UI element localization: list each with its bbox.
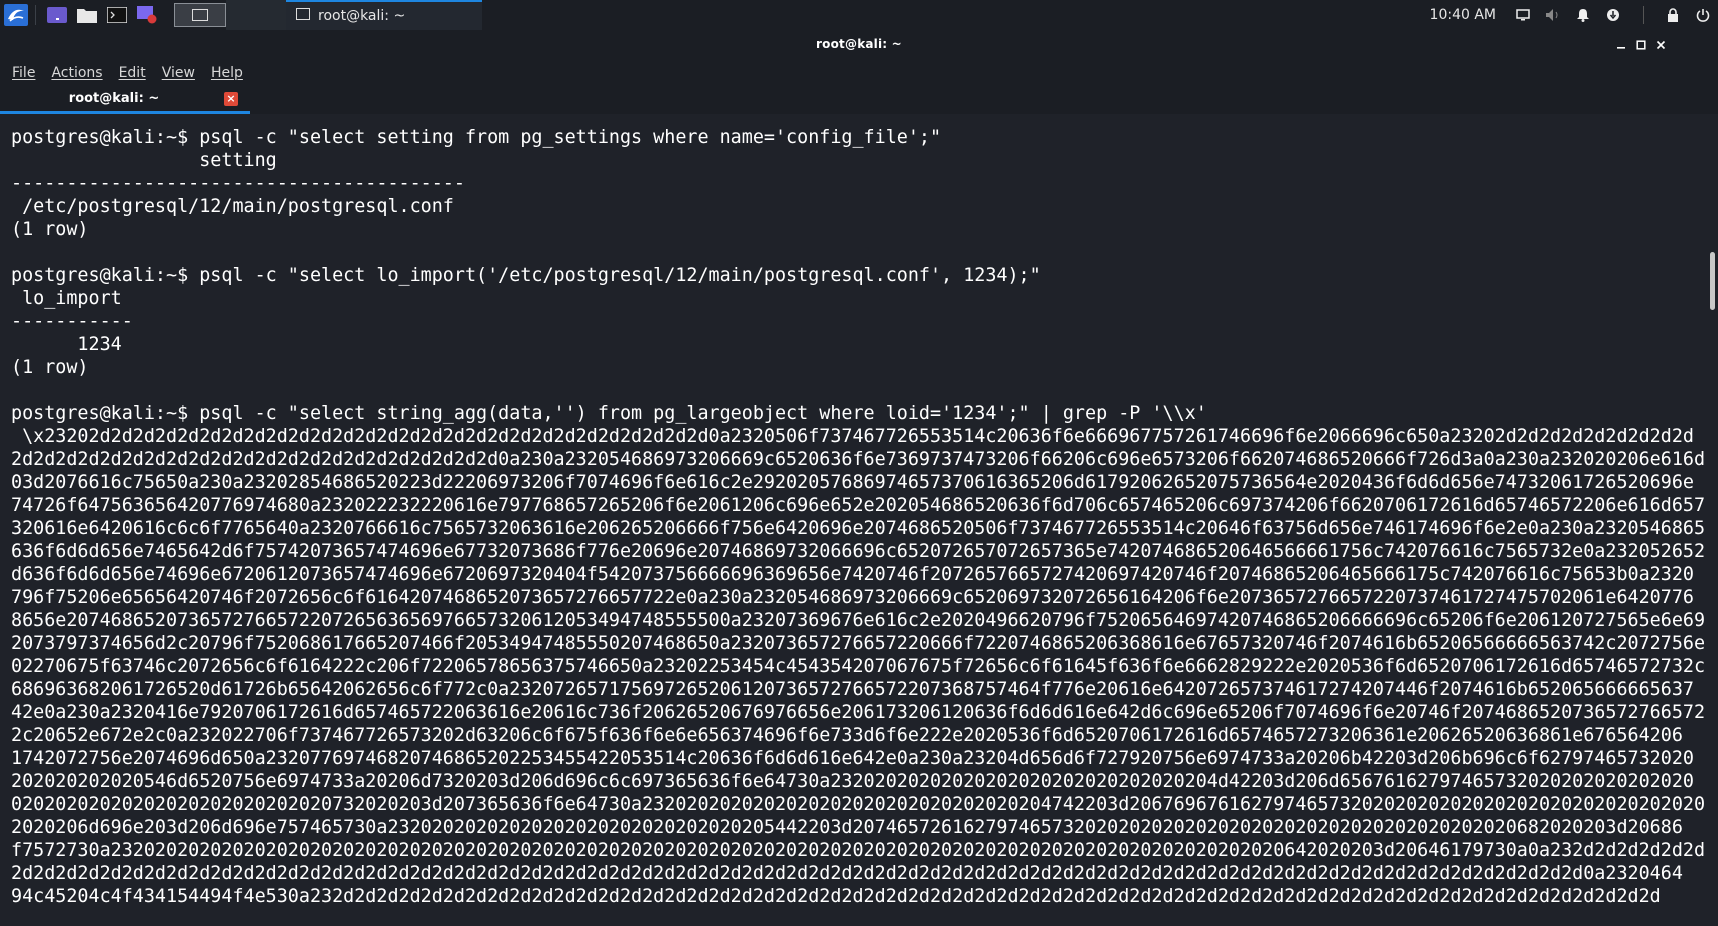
maximize-button[interactable] <box>1632 36 1650 54</box>
lock-screen-icon[interactable] <box>1658 0 1688 30</box>
terminal-line: 74726f647563656420776974680a232022232220… <box>11 495 1706 516</box>
terminal-line: \x23202d2d2d2d2d2d2d2d2d2d2d2d2d2d2d2d2d… <box>11 426 1694 447</box>
power-manager-icon[interactable] <box>1598 0 1628 30</box>
terminal-line: lo_import <box>11 288 122 309</box>
terminal-launcher-icon[interactable] <box>102 0 132 30</box>
minimize-button[interactable] <box>1612 36 1630 54</box>
kali-menu-icon[interactable] <box>3 3 29 27</box>
terminal-line: 320616e6420616c6c6f7765640a2320766616c75… <box>11 518 1718 539</box>
terminal-window-icon <box>296 8 310 24</box>
scrollbar-thumb[interactable] <box>1710 252 1715 310</box>
terminal-line: (1 row) <box>11 357 89 378</box>
terminal-line: 8656e20746865207365727665722072656365697… <box>11 610 1718 631</box>
window-titlebar[interactable]: root@kali: ~ <box>0 30 1718 60</box>
terminal-line: 636f6d6d656e7465642d6f75742073657474696e… <box>11 541 1706 562</box>
terminal-line: 202020202020546d6520756e6974733a20206d73… <box>11 771 1694 792</box>
menu-help[interactable]: Help <box>211 65 243 81</box>
terminal-line: f7572730a2320202020202020202020202020202… <box>11 840 1706 861</box>
tab-close-glyph: × <box>226 92 236 105</box>
menu-view[interactable]: View <box>162 65 195 81</box>
menu-file[interactable]: File <box>12 65 35 81</box>
separator-tray <box>1628 0 1658 30</box>
terminal-line: setting <box>11 150 277 171</box>
display-icon[interactable] <box>1508 0 1538 30</box>
workspace-1[interactable] <box>174 3 226 27</box>
terminal-line: 2073797374656d2c20796f752068617665207466… <box>11 633 1717 654</box>
terminal-line: ----------------------------------------… <box>11 173 465 194</box>
menu-actions[interactable]: Actions <box>51 65 102 81</box>
clock[interactable]: 10:40 AM <box>1430 7 1496 23</box>
terminal-output[interactable]: postgres@kali:~$ psql -c "select setting… <box>0 114 1718 926</box>
screen-recorder-icon[interactable] <box>132 0 162 30</box>
top-panel: root@kali: ~ 10:40 AM <box>0 0 1718 30</box>
menu-bar: File Actions Edit View Help <box>0 60 1718 86</box>
file-manager-icon[interactable] <box>72 0 102 30</box>
terminal-line: 1742072756e2074696d650a23207769746820746… <box>11 748 1694 769</box>
menu-edit[interactable]: Edit <box>119 65 146 81</box>
terminal-line: d636f6d6d656e74696e6720612073657474696e6… <box>11 564 1694 585</box>
tab-close-icon[interactable]: × <box>224 92 238 106</box>
terminal-text: postgres@kali:~$ psql -c "select setting… <box>11 126 1718 908</box>
terminal-line: 686963682061726520d61726b65642062656c6f7… <box>11 679 1694 700</box>
terminal-scrollbar[interactable] <box>1706 114 1718 926</box>
terminal-line: 02020202020202020202020202020732020203d2… <box>11 794 1706 815</box>
terminal-line: 2d2d2d2d2d2d2d2d2d2d2d2d2d2d2d2d2d2d2d2d… <box>11 449 1718 470</box>
terminal-line: 02270675f63746c2072656c6f6164222c206f722… <box>11 656 1718 677</box>
taskbar-window-label: root@kali: ~ <box>318 8 406 24</box>
terminal-line: 03d2076616c75650a230a23202854686520223d2… <box>11 472 1694 493</box>
logout-icon[interactable] <box>1688 0 1718 30</box>
terminal-line: 94c45204c4f434154494f4e530a232d2d2d2d2d2… <box>11 886 1661 907</box>
terminal-line: 796f75206e65656420746f2072656c6f61642074… <box>11 587 1694 608</box>
terminal-line: postgres@kali:~$ psql -c "select setting… <box>11 127 942 148</box>
terminal-line: 2d2d2d2d2d2d2d2d2d2d2d2d2d2d2d2d2d2d2d2d… <box>11 863 1683 884</box>
terminal-line: ----------- <box>11 311 133 332</box>
terminal-line: (1 row) <box>11 219 89 240</box>
panel-separator <box>35 5 36 25</box>
notification-bell-icon[interactable] <box>1568 0 1598 30</box>
terminal-line: postgres@kali:~$ psql -c "select string_… <box>11 403 1207 424</box>
close-window-button[interactable] <box>1652 36 1670 54</box>
tab-label: root@kali: ~ <box>68 91 160 106</box>
terminal-line: 42e0a230a2320416e7920706172616d657465722… <box>11 702 1717 723</box>
tab-root-kali[interactable]: root@kali: ~ × <box>0 86 250 114</box>
terminal-line: 1234 <box>11 334 122 355</box>
terminal-line: postgres@kali:~$ psql -c "select lo_impo… <box>11 265 1041 286</box>
workspace-2[interactable] <box>226 0 286 30</box>
system-tray: 10:40 AM <box>1430 0 1718 30</box>
taskbar-terminal-window[interactable]: root@kali: ~ <box>286 0 482 30</box>
terminal-line: 2020206d696e203d206d696e757465730a232020… <box>11 817 1683 838</box>
tab-bar: root@kali: ~ × <box>0 86 1718 114</box>
terminal-line: 2c20652e672e2c0a232022706f73746772657320… <box>11 725 1683 746</box>
volume-icon[interactable] <box>1538 0 1568 30</box>
window-title: root@kali: ~ <box>816 37 902 51</box>
terminal-line: /etc/postgresql/12/main/postgresql.conf <box>11 196 454 217</box>
show-desktop-icon[interactable] <box>42 0 72 30</box>
